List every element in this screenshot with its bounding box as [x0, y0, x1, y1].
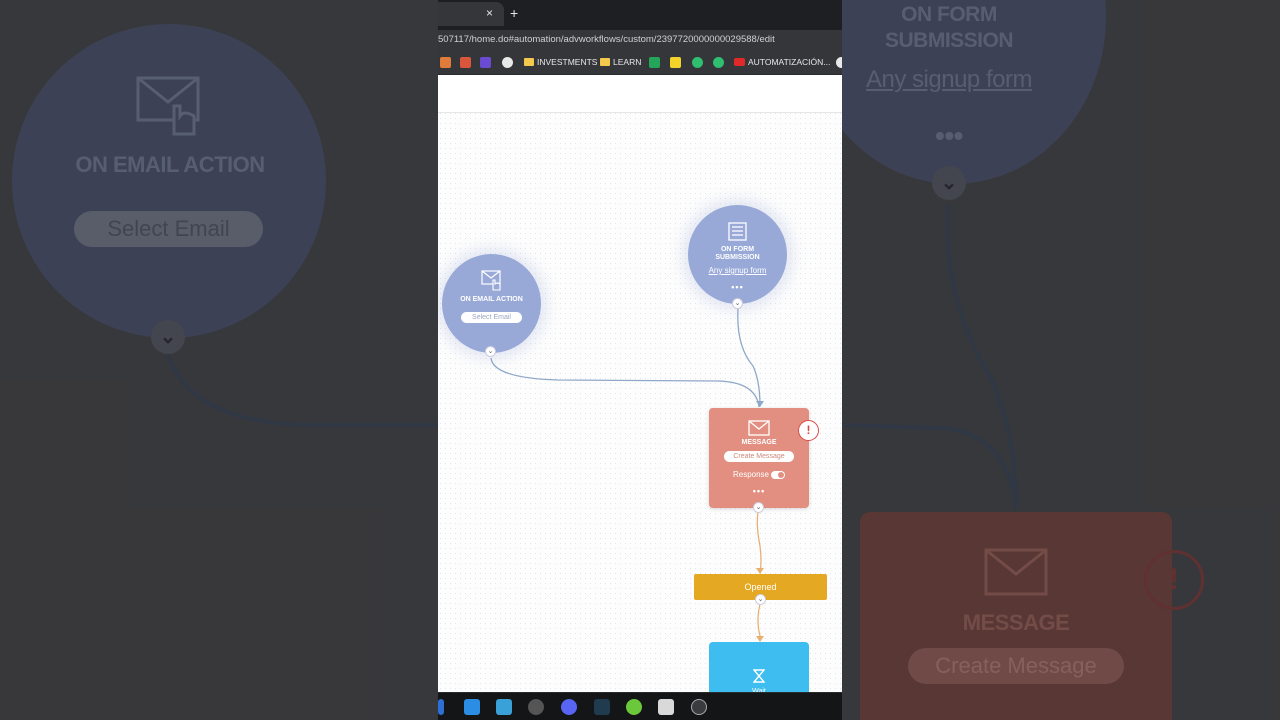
- bookmark-icon-5[interactable]: [649, 57, 660, 68]
- url-text[interactable]: 507117/home.do#automation/advworkflows/c…: [438, 34, 775, 45]
- bookmark-investments[interactable]: INVESTMENTS: [524, 57, 597, 67]
- taskbar-app-icon-7[interactable]: [626, 699, 642, 715]
- message-node[interactable]: MESSAGE Create Message Response •••: [709, 408, 809, 508]
- bookmark-icon-1[interactable]: [440, 57, 451, 68]
- chevron-down-icon-2[interactable]: ⌄: [732, 298, 743, 309]
- form-submission-title-2: SUBMISSION: [715, 254, 760, 261]
- bookmark-icon-9[interactable]: [836, 57, 842, 68]
- form-icon: [728, 222, 747, 241]
- chevron-down-icon[interactable]: ⌄: [485, 346, 496, 357]
- workflow-canvas[interactable]: ON EMAIL ACTION Select Email ⌄ ON FORM S…: [438, 76, 842, 702]
- form-submission-title-1: ON FORM: [720, 246, 755, 253]
- email-action-trigger[interactable]: ON EMAIL ACTION Select Email: [442, 254, 541, 353]
- response-row: Response: [709, 470, 809, 479]
- new-tab-icon[interactable]: +: [510, 5, 518, 21]
- create-message-button[interactable]: Create Message: [724, 451, 794, 462]
- hourglass-icon: [753, 669, 765, 683]
- browser-tab[interactable]: ×: [438, 2, 504, 26]
- message-more-icon[interactable]: •••: [709, 486, 809, 496]
- select-email-button[interactable]: Select Email: [461, 312, 522, 323]
- taskbar: [438, 692, 842, 720]
- email-action-title: ON EMAIL ACTION: [460, 296, 523, 303]
- bookmark-icon-4[interactable]: [502, 57, 513, 68]
- tab-close-icon[interactable]: ×: [486, 6, 493, 20]
- address-bar[interactable]: 507117/home.do#automation/advworkflows/c…: [438, 30, 842, 51]
- response-toggle[interactable]: [771, 470, 786, 479]
- discord-icon[interactable]: [561, 699, 577, 715]
- folder-icon: [524, 58, 534, 66]
- backdrop-right: ON FORM SUBMISSION Any signup form ••• ⌄…: [842, 0, 1280, 720]
- bookmark-label: INVESTMENTS: [537, 57, 598, 67]
- bookmark-icon-6[interactable]: [670, 57, 681, 68]
- message-title: MESSAGE: [741, 439, 777, 446]
- bookmarks-bar: INVESTMENTS LEARN AUTOMATIZACIÓN...: [438, 51, 842, 75]
- taskbar-app-icon-9[interactable]: [691, 699, 707, 715]
- chevron-down-icon-3[interactable]: ⌄: [753, 502, 764, 513]
- backdrop-left: ON EMAIL ACTION Select Email ⌄: [0, 0, 438, 720]
- taskbar-app-icon-1[interactable]: [438, 699, 444, 715]
- video-frame: ON EMAIL ACTION Select Email ⌄ ON FORM S…: [0, 0, 1280, 720]
- bookmark-icon-2[interactable]: [460, 57, 471, 68]
- screen-capture: × + 507117/home.do#automation/advworkflo…: [438, 0, 842, 720]
- youtube-icon: [734, 58, 745, 66]
- bookmark-automatizacion[interactable]: AUTOMATIZACIÓN...: [734, 57, 830, 67]
- vscode-icon[interactable]: [464, 699, 480, 715]
- envelope-icon: [748, 420, 770, 436]
- any-signup-form-link[interactable]: Any signup form: [688, 266, 787, 275]
- obs-icon[interactable]: [528, 699, 544, 715]
- taskbar-app-icon-6[interactable]: [594, 699, 610, 715]
- form-submission-trigger[interactable]: ON FORM SUBMISSION Any signup form •••: [688, 205, 787, 304]
- bookmark-label: AUTOMATIZACIÓN...: [748, 57, 831, 67]
- browser-tabstrip: × +: [438, 0, 842, 30]
- form-more-icon[interactable]: •••: [688, 282, 787, 292]
- taskbar-app-icon-3[interactable]: [496, 699, 512, 715]
- alert-icon[interactable]: !: [798, 420, 819, 441]
- backdrop-dim-right: [842, 0, 1280, 720]
- response-label: Response: [732, 470, 770, 479]
- chevron-down-icon-4[interactable]: ⌄: [755, 594, 766, 605]
- bookmark-icon-8[interactable]: [713, 57, 724, 68]
- bookmark-icon-7[interactable]: [692, 57, 703, 68]
- taskbar-app-icon-8[interactable]: [658, 699, 674, 715]
- bookmark-label: LEARN: [613, 57, 642, 67]
- bookmark-icon-3[interactable]: [480, 57, 491, 68]
- folder-icon: [600, 58, 610, 66]
- mail-pointer-icon: [481, 270, 501, 291]
- bookmark-learn[interactable]: LEARN: [600, 57, 641, 67]
- backdrop-dim-left: [0, 0, 438, 720]
